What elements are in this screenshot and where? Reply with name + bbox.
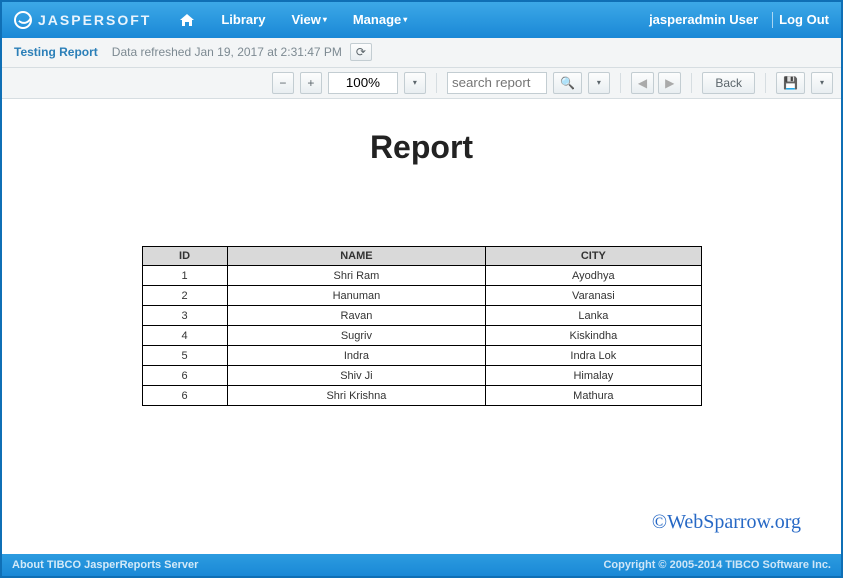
refresh-icon: ⟳ — [356, 45, 366, 59]
report-canvas[interactable]: Report ID NAME CITY 1Shri RamAyodhya2Han… — [2, 99, 841, 554]
chevron-down-icon: ▾ — [403, 15, 407, 24]
table-row: 1Shri RamAyodhya — [142, 266, 701, 286]
chevron-down-icon: ▾ — [323, 15, 327, 24]
table-row: 5IndraIndra Lok — [142, 346, 701, 366]
back-label: Back — [715, 76, 742, 90]
chevron-down-icon: ▾ — [413, 78, 417, 87]
about-link[interactable]: About TIBCO JasperReports Server — [12, 559, 198, 571]
table-cell: Shri Krishna — [227, 386, 486, 406]
zoom-input[interactable] — [328, 72, 398, 94]
minus-icon: − — [279, 76, 286, 90]
nav-view[interactable]: View▾ — [281, 8, 336, 31]
nav-library-label: Library — [221, 12, 265, 27]
table-cell: 6 — [142, 386, 227, 406]
prev-page-button[interactable]: ◀ — [631, 72, 654, 94]
refresh-timestamp: Data refreshed Jan 19, 2017 at 2:31:47 P… — [112, 45, 342, 59]
brand-text: JASPERSOFT — [38, 12, 151, 28]
zoom-dropdown[interactable]: ▾ — [404, 72, 426, 94]
report-table: ID NAME CITY 1Shri RamAyodhya2HanumanVar… — [142, 246, 702, 406]
table-cell: Indra Lok — [486, 346, 701, 366]
divider — [436, 73, 437, 93]
copyright: Copyright © 2005-2014 TIBCO Software Inc… — [603, 559, 831, 571]
home-button[interactable] — [169, 9, 205, 31]
zoom-out-button[interactable]: − — [272, 72, 294, 94]
chevron-down-icon: ▾ — [820, 78, 824, 87]
watermark: ©WebSparrow.org — [652, 511, 801, 534]
table-cell: 6 — [142, 366, 227, 386]
table-cell: Varanasi — [486, 286, 701, 306]
report-name: Testing Report — [14, 45, 98, 59]
col-city: CITY — [486, 247, 701, 266]
table-cell: Ravan — [227, 306, 486, 326]
chevron-down-icon: ▾ — [597, 78, 601, 87]
divider — [691, 73, 692, 93]
next-page-button[interactable]: ▶ — [658, 72, 681, 94]
search-input[interactable] — [447, 72, 547, 94]
zoom-in-button[interactable]: + — [300, 72, 322, 94]
logout-link[interactable]: Log Out — [779, 12, 829, 27]
table-row: 2HanumanVaranasi — [142, 286, 701, 306]
search-options-dropdown[interactable]: ▾ — [588, 72, 610, 94]
col-id: ID — [142, 247, 227, 266]
divider — [765, 73, 766, 93]
table-cell: Lanka — [486, 306, 701, 326]
table-cell: Shri Ram — [227, 266, 486, 286]
table-row: 6Shiv JiHimalay — [142, 366, 701, 386]
report-toolbar: − + ▾ 🔍 ▾ ◀ ▶ Back 💾 ▾ — [2, 68, 841, 100]
table-cell: Himalay — [486, 366, 701, 386]
plus-icon: + — [307, 76, 314, 90]
table-cell: Kiskindha — [486, 326, 701, 346]
table-cell: 4 — [142, 326, 227, 346]
separator — [772, 12, 773, 28]
table-cell: Hanuman — [227, 286, 486, 306]
footer: About TIBCO JasperReports Server Copyrig… — [2, 554, 841, 576]
chevron-right-icon: ▶ — [665, 76, 674, 90]
table-cell: 5 — [142, 346, 227, 366]
nav-view-label: View — [291, 12, 320, 27]
table-cell: 1 — [142, 266, 227, 286]
chevron-left-icon: ◀ — [638, 76, 647, 90]
export-dropdown[interactable]: ▾ — [811, 72, 833, 94]
table-cell: 2 — [142, 286, 227, 306]
table-cell: Mathura — [486, 386, 701, 406]
back-button[interactable]: Back — [702, 72, 755, 94]
nav-manage-label: Manage — [353, 12, 401, 27]
export-button[interactable]: 💾 — [776, 72, 805, 94]
table-header-row: ID NAME CITY — [142, 247, 701, 266]
search-icon: 🔍 — [560, 76, 575, 90]
current-user[interactable]: jasperadmin User — [649, 12, 758, 27]
report-page: Report ID NAME CITY 1Shri RamAyodhya2Han… — [22, 99, 822, 416]
sub-bar: Testing Report Data refreshed Jan 19, 20… — [2, 38, 841, 68]
top-navbar: JASPERSOFT Library View▾ Manage▾ jaspera… — [2, 2, 841, 38]
logo-icon — [14, 11, 32, 29]
table-cell: 3 — [142, 306, 227, 326]
search-button[interactable]: 🔍 — [553, 72, 582, 94]
col-name: NAME — [227, 247, 486, 266]
table-row: 4SugrivKiskindha — [142, 326, 701, 346]
table-cell: Sugriv — [227, 326, 486, 346]
table-row: 3RavanLanka — [142, 306, 701, 326]
table-row: 6Shri KrishnaMathura — [142, 386, 701, 406]
table-cell: Indra — [227, 346, 486, 366]
divider — [620, 73, 621, 93]
table-cell: Ayodhya — [486, 266, 701, 286]
table-cell: Shiv Ji — [227, 366, 486, 386]
save-icon: 💾 — [783, 76, 798, 90]
home-icon — [179, 13, 195, 27]
refresh-button[interactable]: ⟳ — [350, 43, 372, 61]
report-title: Report — [62, 129, 782, 166]
nav-manage[interactable]: Manage▾ — [343, 8, 417, 31]
nav-library[interactable]: Library — [211, 8, 275, 31]
